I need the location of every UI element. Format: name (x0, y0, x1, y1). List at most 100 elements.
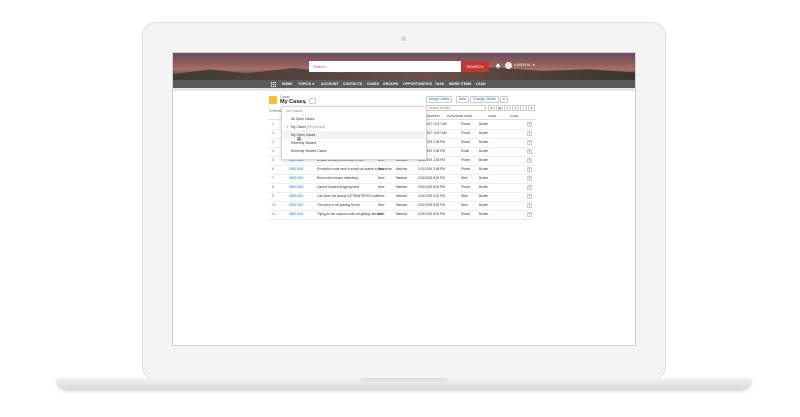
header-banner: SEARCH KAREN M... ▾ (173, 53, 635, 80)
cell-origin: Phone (461, 131, 471, 135)
dropdown-item-my-cases[interactable]: ✓ My Cases (Pinned list) (283, 123, 425, 131)
merge-cases-button[interactable]: Merge Cases (426, 96, 453, 103)
nav-item-account[interactable]: ACCOUNT (321, 80, 339, 88)
list-view-title[interactable]: My Cases (280, 99, 305, 105)
cell-status: New (378, 176, 385, 180)
mouse-cursor (297, 137, 301, 141)
cell-status: New (378, 167, 385, 171)
cell-date: 2/13/2019 8:20 PM (418, 203, 445, 207)
cell-owner: Bcuter (479, 140, 489, 144)
col-case-origin[interactable]: CASE ... (488, 113, 500, 119)
cell-num: 2 (272, 131, 274, 135)
cell-owner: Bcuter (479, 131, 489, 135)
cell-origin: Phone (461, 185, 471, 189)
cell-owner: Bcuter (479, 212, 489, 216)
cell-num: 7 (272, 176, 274, 180)
row-actions-chevron-icon[interactable]: ▾ (527, 149, 532, 154)
cell-subject: Cart does not accept DOTWINTERS3 code (317, 194, 379, 198)
dropdown-item-all-open-cases[interactable]: All Open Cases (283, 115, 425, 123)
cell-origin: Phone (461, 140, 471, 144)
cell-status: New (378, 203, 385, 207)
avatar[interactable] (505, 62, 512, 69)
webcam (401, 36, 406, 41)
cell-case[interactable]: 00001022 (289, 201, 303, 210)
cell-subject: Return item keeps refreshing (317, 176, 358, 180)
nav-item-groups[interactable]: GROUPS (383, 80, 398, 88)
cell-status: New (378, 194, 385, 198)
cell-origin: Phone (461, 212, 471, 216)
settings-icon[interactable]: ⚙ (488, 105, 495, 111)
cell-num: 4 (272, 149, 274, 153)
cell-origin: Phone (461, 158, 471, 162)
cell-case[interactable]: 00001018 (289, 165, 303, 174)
cell-priority: Medium (396, 167, 408, 171)
cell-num: 8 (272, 185, 274, 189)
check-icon: ✓ (286, 125, 289, 129)
change-owner-button[interactable]: Change Owner (470, 96, 499, 103)
cell-case[interactable]: 00001021 (289, 192, 303, 201)
nav-item-home[interactable]: HOME (282, 80, 293, 88)
edit-icon[interactable]: ✎ (512, 105, 519, 111)
cell-owner: Bcuter (479, 203, 489, 207)
col-date-opened[interactable]: DATE/TIME OPEN... (447, 113, 475, 119)
nav-item-contacts[interactable]: CONTACTS (343, 80, 362, 88)
cell-num: 10 (272, 203, 276, 207)
cell-case[interactable]: 00001019 (289, 174, 303, 183)
cell-date: 2/13/2019 8:20 PM (418, 176, 445, 180)
chevron-down-icon[interactable]: ▾ (304, 100, 306, 105)
col-case-owner[interactable]: CASE ... (510, 113, 522, 119)
row-actions-chevron-icon[interactable]: ▾ (527, 194, 532, 199)
cell-date: 2/13/2019 8:20 PM (418, 194, 445, 198)
cell-case[interactable]: 00001020 (289, 183, 303, 192)
cell-priority: Medium (396, 203, 408, 207)
nav-item-cases[interactable]: CASES (367, 80, 379, 88)
app-launcher-icon[interactable] (271, 81, 276, 87)
row-actions-chevron-icon[interactable]: ▾ (527, 167, 532, 172)
nav-item-task[interactable]: TASK (435, 80, 444, 88)
bell-icon[interactable] (495, 63, 501, 69)
row-actions-chevron-icon[interactable]: ▾ (527, 212, 532, 217)
nav-item-topics[interactable]: TOPICS ▾ (298, 80, 314, 88)
filter-icon[interactable]: ▼ (528, 105, 535, 111)
chevron-down-icon[interactable]: ▾ (533, 63, 535, 67)
display-as-icon[interactable]: ▦ (496, 105, 503, 111)
cell-num: 1 (272, 122, 274, 126)
new-button[interactable]: New (456, 96, 469, 103)
table-row[interactable]: 11 00001023 Trying to use coupon code not … (269, 210, 535, 220)
dropdown-item-recently-viewed[interactable]: Recently Viewed (283, 139, 425, 147)
row-actions-chevron-icon[interactable]: ▾ (527, 203, 532, 208)
search-button[interactable]: SEARCH (461, 61, 489, 72)
cell-status: New (378, 185, 385, 189)
col-priority[interactable]: PRIORITY (426, 113, 440, 119)
nav-item-lead[interactable]: LEAD (476, 80, 486, 88)
cell-subject: The store is not loading for me (317, 203, 361, 207)
chart-icon[interactable]: ◐ (520, 105, 527, 111)
cell-owner: Bcuter (479, 185, 489, 189)
dropdown-item-my-open-cases[interactable]: My Open Cases (283, 131, 425, 139)
pin-list-button[interactable] (309, 98, 316, 104)
row-actions-chevron-icon[interactable]: ▾ (527, 140, 532, 145)
cell-owner: Bcuter (479, 194, 489, 198)
cell-origin: Web (461, 203, 468, 207)
more-actions-button[interactable]: ▾ (500, 96, 508, 103)
laptop-notch (360, 378, 448, 382)
cell-origin: Phone (461, 167, 471, 171)
nav-item-opportunities[interactable]: OPPORTUNITIES (403, 80, 432, 88)
refresh-icon[interactable]: ↻ (504, 105, 511, 111)
list-views-dropdown: LIST VIEWS All Open Cases ✓ My Cases (Pin… (281, 106, 427, 160)
row-actions-chevron-icon[interactable]: ▾ (527, 176, 532, 181)
row-actions-chevron-icon[interactable]: ▾ (527, 131, 532, 136)
table-search-input[interactable]: Search this list... (426, 105, 486, 111)
user-name[interactable]: KAREN M... (514, 63, 533, 67)
row-actions-chevron-icon[interactable]: ▾ (527, 185, 532, 190)
cell-origin: Phone (461, 122, 471, 126)
cell-priority: Medium (396, 212, 408, 216)
nav-item-more[interactable]: MORE ITEMS (449, 80, 471, 88)
cell-case[interactable]: 00001023 (289, 210, 303, 219)
nav-subbar (173, 88, 635, 91)
cell-num: 11 (272, 212, 276, 216)
row-actions-chevron-icon[interactable]: ▾ (527, 122, 532, 127)
row-actions-chevron-icon[interactable]: ▾ (527, 158, 532, 163)
dropdown-item-recently-viewed-cases[interactable]: Recently Viewed Cases (283, 147, 425, 155)
global-search-input[interactable] (309, 61, 461, 72)
